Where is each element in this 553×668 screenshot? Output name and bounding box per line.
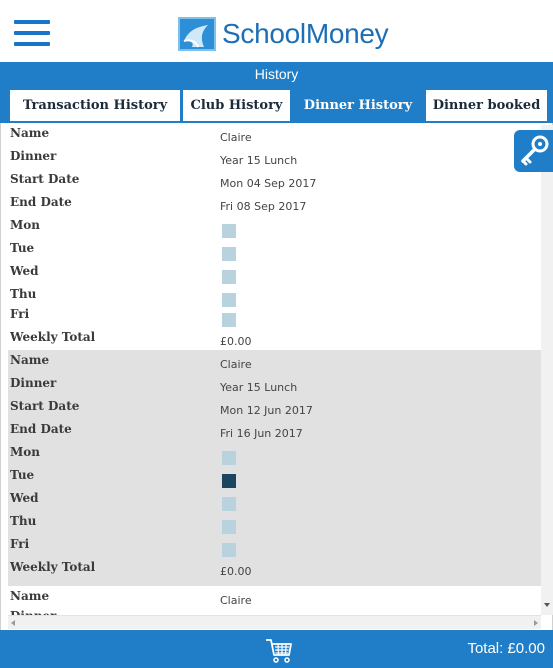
scroll-left-arrow-icon[interactable] — [11, 620, 15, 626]
key-icon — [521, 135, 549, 166]
thu-label: Thu — [10, 514, 37, 528]
history-tabs: Transaction History Club History Dinner … — [0, 87, 553, 123]
thu-label: Thu — [10, 287, 37, 301]
scroll-down-arrow-icon[interactable] — [544, 603, 550, 607]
brand-name-part1: School — [222, 18, 306, 49]
horizontal-scrollbar[interactable] — [8, 615, 541, 629]
end-date-value: Fri 16 Jun 2017 — [220, 427, 303, 440]
wed-label: Wed — [10, 491, 39, 505]
name-value: Claire — [220, 358, 252, 371]
thu-checkbox — [222, 293, 236, 307]
dinner-label: Dinner — [10, 376, 57, 390]
end-date-label: End Date — [10, 422, 72, 436]
shopping-cart-icon[interactable] — [264, 635, 294, 665]
tue-checkbox — [222, 474, 236, 488]
end-date-value: Fri 08 Sep 2017 — [220, 200, 307, 213]
name-value: Claire — [220, 131, 252, 144]
dinner-record: Name Claire Dinner Year 15 Lunch Start D… — [8, 350, 541, 586]
name-label: Name — [10, 353, 50, 367]
hamburger-menu-icon[interactable] — [14, 20, 50, 46]
tab-dinner-history[interactable]: Dinner History — [292, 90, 424, 121]
dinner-history-list[interactable]: Name Claire Dinner Year 15 Lunch Start D… — [8, 125, 541, 615]
fri-checkbox — [222, 543, 236, 557]
name-value: Claire — [220, 594, 252, 607]
fri-checkbox — [222, 313, 236, 327]
key-button[interactable] — [514, 130, 553, 172]
dinner-value: Year 15 Lunch — [220, 154, 298, 167]
name-label: Name — [10, 589, 50, 603]
fri-label: Fri — [10, 307, 30, 321]
page-title: History — [0, 62, 553, 87]
weekly-total-label: Weekly Total — [10, 560, 96, 574]
vertical-scrollbar[interactable] — [541, 125, 553, 615]
dinner-record: Name Claire Dinner Year 15 Lunch Start D… — [8, 125, 541, 350]
brand-logo: SchoolMoney — [178, 16, 389, 52]
app-header: SchoolMoney — [0, 0, 553, 62]
weekly-total-value: £0.00 — [220, 335, 252, 348]
start-date-label: Start Date — [10, 399, 80, 413]
dinner-record: Name Claire Dinner — [8, 586, 541, 615]
tue-checkbox — [222, 247, 236, 261]
mon-label: Mon — [10, 218, 41, 232]
thu-checkbox — [222, 520, 236, 534]
footer-bar: Total: £0.00 — [0, 630, 553, 668]
cart-total: Total: £0.00 — [467, 640, 545, 657]
weekly-total-label: Weekly Total — [10, 330, 96, 344]
start-date-label: Start Date — [10, 172, 80, 186]
dinner-value: Year 15 Lunch — [220, 381, 298, 394]
start-date-value: Mon 12 Jun 2017 — [220, 404, 313, 417]
end-date-label: End Date — [10, 195, 72, 209]
fri-label: Fri — [10, 537, 30, 551]
brand-name-part2: Money — [305, 18, 389, 49]
mon-checkbox — [222, 451, 236, 465]
tue-label: Tue — [10, 241, 35, 255]
dinner-label: Dinner — [10, 149, 57, 163]
name-label: Name — [10, 126, 50, 140]
wed-label: Wed — [10, 264, 39, 278]
tab-transaction-history[interactable]: Transaction History — [10, 90, 180, 121]
dinner-label: Dinner — [10, 608, 56, 615]
tab-dinner-booked[interactable]: Dinner booked — [426, 90, 547, 121]
weekly-total-value: £0.00 — [220, 565, 252, 578]
mon-label: Mon — [10, 445, 41, 459]
scroll-right-arrow-icon[interactable] — [534, 620, 538, 626]
wed-checkbox — [222, 270, 236, 284]
mon-checkbox — [222, 224, 236, 238]
schoolmoney-logo-icon — [178, 17, 216, 51]
tab-club-history[interactable]: Club History — [183, 90, 290, 121]
tue-label: Tue — [10, 468, 35, 482]
wed-checkbox — [222, 497, 236, 511]
start-date-value: Mon 04 Sep 2017 — [220, 177, 317, 190]
brand-name: SchoolMoney — [222, 18, 389, 50]
